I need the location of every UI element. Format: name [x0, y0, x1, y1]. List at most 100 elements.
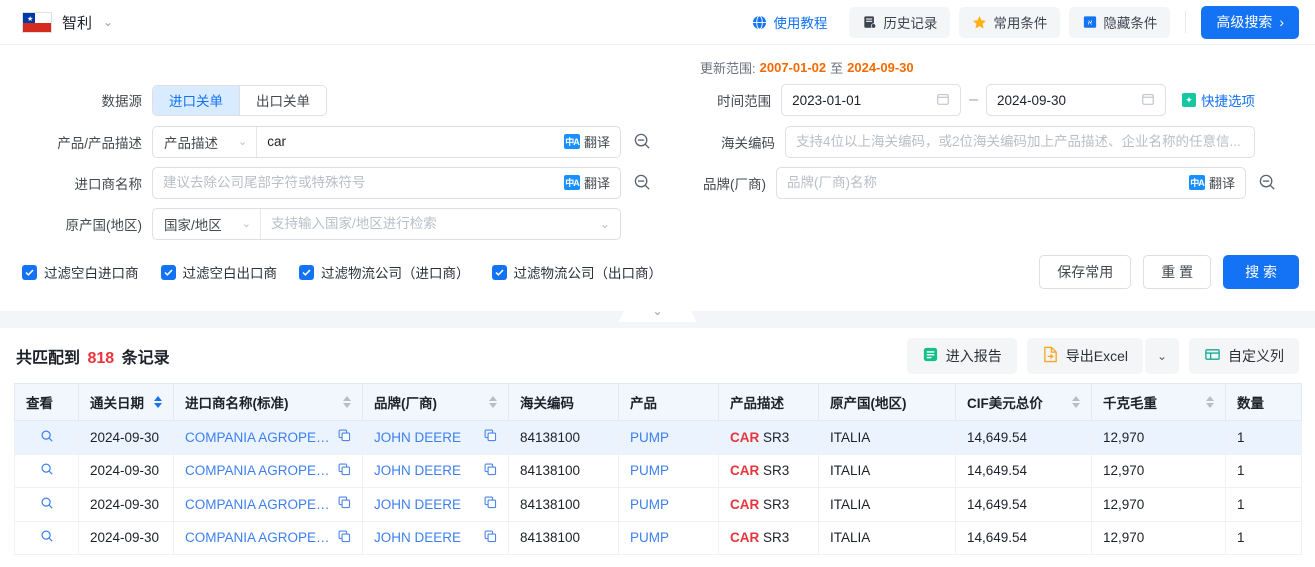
cell-brand[interactable]: JOHN DEERE [362, 521, 509, 555]
product-link[interactable]: PUMP [630, 530, 669, 545]
cell-view[interactable] [14, 521, 79, 555]
collapse-panel-button[interactable]: ⌄ [618, 300, 697, 322]
brand-link[interactable]: JOHN DEERE [374, 463, 461, 478]
product-input[interactable] [257, 126, 554, 157]
cell-product[interactable]: PUMP [618, 420, 719, 455]
importer-field: 中A 翻译 [152, 166, 621, 199]
importer-translate-button[interactable]: 中A 翻译 [554, 173, 620, 192]
cell-view[interactable] [14, 487, 79, 522]
table-row[interactable]: 2024-09-30 COMPANIA AGROPEC... JOHN DEERE 8… [14, 521, 1302, 555]
table-row[interactable]: 2024-09-30 COMPANIA AGROPEC... JOHN DEERE 8… [14, 454, 1302, 488]
checkbox-filter-blank-exporter[interactable]: 过滤空白出口商 [160, 262, 277, 282]
tab-export-declaration[interactable]: 出口关单 [239, 85, 326, 115]
search-row-icon[interactable] [40, 463, 54, 479]
copy-icon[interactable] [338, 463, 351, 479]
cell-quantity: 1 [1225, 521, 1302, 555]
col-view: 查看 [14, 383, 79, 421]
nav-history[interactable]: 历史记录 [849, 6, 951, 38]
product-collapse-icon[interactable] [630, 130, 654, 154]
nav-hide-conditions[interactable]: א 隐藏条件 [1069, 6, 1171, 38]
export-excel-button[interactable]: 导出Excel [1026, 337, 1143, 374]
brand-link[interactable]: JOHN DEERE [374, 497, 461, 512]
origin-type-select[interactable]: 国家/地区 ⌄ [153, 208, 261, 239]
hs-code-input[interactable] [786, 126, 1254, 157]
copy-icon[interactable] [338, 429, 351, 445]
sort-toggle[interactable] [1206, 396, 1214, 408]
brand-input[interactable] [777, 167, 1179, 198]
col-label: 品牌(厂商) [374, 396, 437, 411]
cell-importer-name[interactable]: COMPANIA AGROPEC... [173, 487, 363, 522]
quick-options-button[interactable]: ✦ 快捷选项 [1182, 90, 1255, 110]
search-button[interactable]: 搜 索 [1223, 255, 1299, 289]
desc-highlight: CAR [730, 496, 760, 512]
cell-importer-name[interactable]: COMPANIA AGROPEC... [173, 420, 363, 455]
col-label: 进口商名称(标准) [185, 396, 289, 411]
copy-icon[interactable] [484, 530, 497, 546]
sort-toggle[interactable] [154, 396, 162, 408]
country-selector[interactable]: ★ 智利 ⌄ [22, 11, 114, 33]
checkbox-filter-blank-importer[interactable]: 过滤空白进口商 [22, 262, 139, 282]
cell-importer-name[interactable]: COMPANIA AGROPEC... [173, 521, 363, 555]
brand-link[interactable]: JOHN DEERE [374, 530, 461, 545]
chevron-down-icon[interactable]: ⌄ [600, 217, 620, 231]
cell-brand[interactable]: JOHN DEERE [362, 454, 509, 488]
table-row[interactable]: 2024-09-30 COMPANIA AGROPEC... JOHN DEERE 8… [14, 487, 1302, 522]
product-link[interactable]: PUMP [630, 497, 669, 512]
cell-view[interactable] [14, 420, 79, 455]
importer-collapse-icon[interactable] [630, 171, 654, 195]
importer-link[interactable]: COMPANIA AGROPEC... [185, 530, 332, 545]
date-end-input[interactable]: 2024-09-30 [986, 84, 1166, 116]
report-icon [922, 346, 939, 366]
sort-toggle[interactable] [489, 396, 497, 408]
product-link[interactable]: PUMP [630, 463, 669, 478]
chevron-down-icon: ⌄ [103, 15, 114, 29]
search-row-icon[interactable] [40, 530, 54, 546]
importer-input[interactable] [153, 167, 554, 198]
importer-link[interactable]: COMPANIA AGROPEC... [185, 430, 332, 445]
product-type-select[interactable]: 产品描述 ⌄ [153, 126, 258, 157]
sort-toggle[interactable] [1072, 396, 1080, 408]
cell-cif-total: 14,649.54 [955, 420, 1092, 455]
cell-brand[interactable]: JOHN DEERE [362, 487, 509, 522]
importer-link[interactable]: COMPANIA AGROPEC... [185, 463, 332, 478]
cell-gross-weight: 12,970 [1091, 487, 1226, 522]
hs-code-field [785, 125, 1255, 158]
product-link[interactable]: PUMP [630, 430, 669, 445]
custom-columns-button[interactable]: 自定义列 [1189, 337, 1299, 374]
cell-view[interactable] [14, 454, 79, 488]
search-row-icon[interactable] [40, 430, 54, 446]
importer-link[interactable]: COMPANIA AGROPEC... [185, 497, 332, 512]
cell-importer-name[interactable]: COMPANIA AGROPEC... [173, 454, 363, 488]
cell-product[interactable]: PUMP [618, 521, 719, 555]
brand-link[interactable]: JOHN DEERE [374, 430, 461, 445]
reset-button[interactable]: 重 置 [1143, 255, 1212, 289]
export-options-button[interactable]: ⌄ [1145, 337, 1179, 374]
cell-product[interactable]: PUMP [618, 454, 719, 488]
copy-icon[interactable] [338, 496, 351, 512]
copy-icon[interactable] [484, 496, 497, 512]
copy-icon[interactable] [484, 463, 497, 479]
product-translate-button[interactable]: 中A 翻译 [554, 132, 620, 151]
brand-translate-button[interactable]: 中A 翻译 [1179, 173, 1245, 192]
table-row[interactable]: 2024-09-30 COMPANIA AGROPEC... JOHN DEERE 8… [14, 420, 1302, 455]
tab-import-declaration[interactable]: 进口关单 [153, 85, 239, 115]
nav-tutorial[interactable]: 使用教程 [748, 7, 840, 38]
copy-icon[interactable] [484, 429, 497, 445]
enter-report-button[interactable]: 进入报告 [906, 337, 1017, 374]
origin-input[interactable] [260, 208, 600, 239]
cell-product[interactable]: PUMP [618, 487, 719, 522]
translate-icon: 中A [563, 175, 580, 190]
date-range-dash: – [969, 91, 978, 108]
brand-collapse-icon[interactable] [1255, 171, 1279, 195]
desc-highlight: CAR [730, 463, 760, 479]
date-start-input[interactable]: 2023-01-01 [781, 84, 962, 116]
advanced-search-button[interactable]: 高级搜索 › [1201, 5, 1299, 39]
checkbox-filter-logistics-exporter[interactable]: 过滤物流公司（出口商） [491, 262, 662, 282]
sort-toggle[interactable] [343, 396, 351, 408]
search-row-icon[interactable] [40, 497, 54, 513]
cell-brand[interactable]: JOHN DEERE [362, 420, 509, 455]
nav-favorites[interactable]: 常用条件 [959, 6, 1061, 38]
checkbox-filter-logistics-importer[interactable]: 过滤物流公司（进口商） [299, 262, 470, 282]
copy-icon[interactable] [338, 530, 351, 546]
save-favorite-button[interactable]: 保存常用 [1039, 255, 1132, 289]
